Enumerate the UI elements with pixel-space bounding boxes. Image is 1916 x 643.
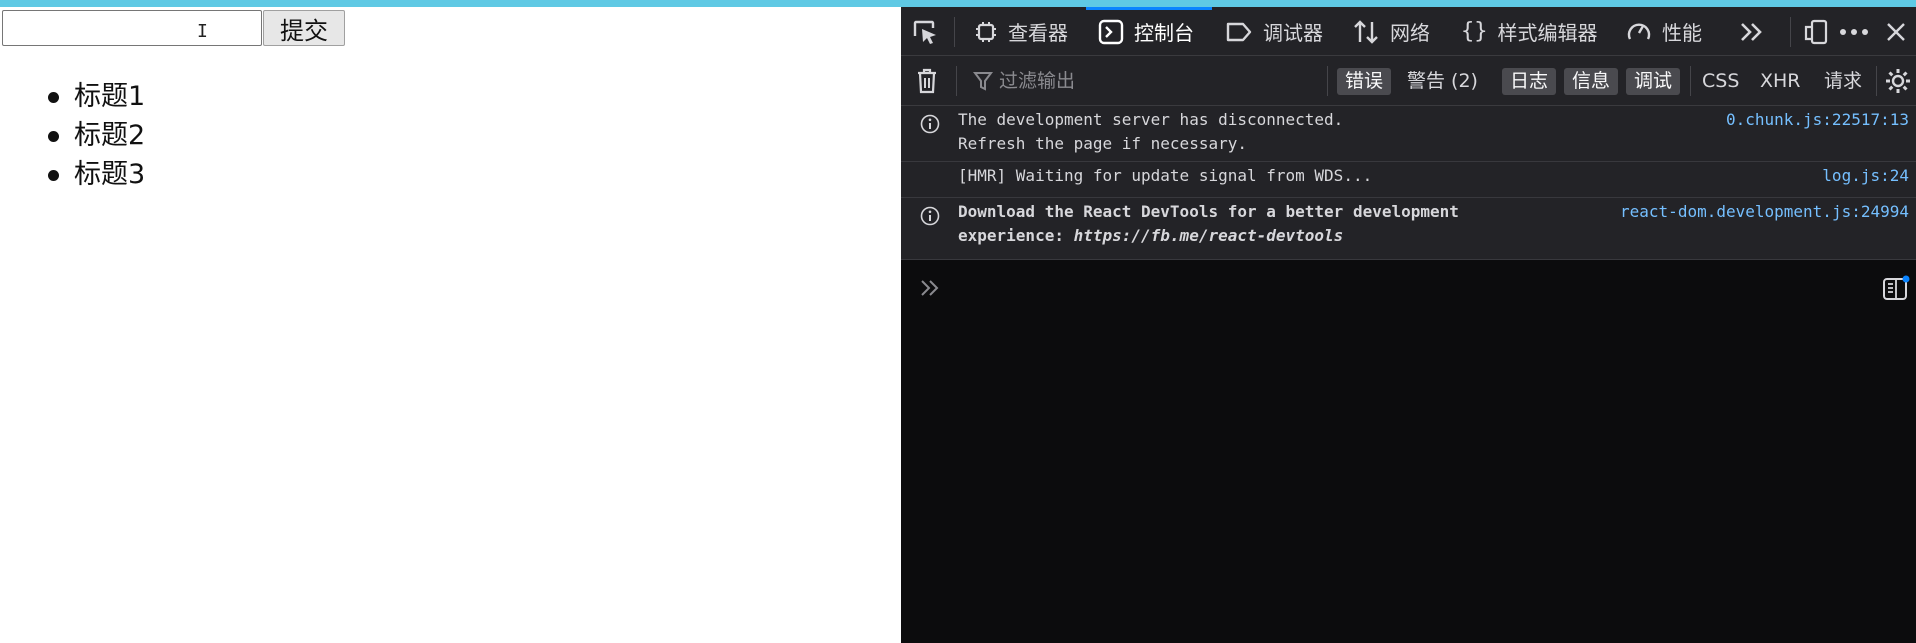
- close-devtools-button[interactable]: [1885, 7, 1916, 56]
- debugger-icon: [1226, 22, 1252, 41]
- tab-debugger[interactable]: 调试器: [1225, 7, 1323, 56]
- toolbar-separator: [1790, 17, 1791, 47]
- list-item-text: 标题1: [74, 81, 146, 112]
- message-line: The development server has disconnected.: [958, 110, 1344, 129]
- title-list: 标题1 标题2 标题3: [46, 77, 145, 194]
- text-cursor-icon: I: [197, 21, 208, 42]
- tab-performance-label: 性能: [1662, 21, 1702, 45]
- element-picker-button[interactable]: [911, 7, 949, 56]
- info-icon: [920, 114, 940, 134]
- sidebar-toggle-icon: [1883, 275, 1910, 300]
- devtools-panel: 查看器 控制台 调试器 网络 {} 样式编辑器 性能 过滤输出 错误 警告 (2…: [901, 7, 1916, 643]
- message-text: The development server has disconnected.…: [958, 106, 1343, 156]
- console-message[interactable]: Download the React DevTools for a better…: [901, 198, 1916, 260]
- message-line: Refresh the page if necessary.: [958, 134, 1247, 153]
- filter-requests-button[interactable]: 请求: [1824, 68, 1862, 95]
- filter-warnings-button[interactable]: 警告 (2): [1399, 68, 1486, 95]
- bullet-icon: [48, 92, 59, 103]
- tab-inspector-label: 查看器: [1008, 21, 1068, 45]
- more-tabs-button[interactable]: [1739, 7, 1775, 56]
- clear-console-button[interactable]: [915, 56, 949, 106]
- tab-network-label: 网络: [1390, 21, 1430, 45]
- tab-network[interactable]: 网络: [1352, 7, 1430, 56]
- element-picker-icon: [913, 20, 936, 44]
- style-editor-icon: {}: [1461, 19, 1488, 44]
- toolbar-separator: [956, 66, 957, 96]
- devtools-toolbar: 查看器 控制台 调试器 网络 {} 样式编辑器 性能: [901, 7, 1916, 56]
- responsive-design-icon: [1804, 19, 1828, 44]
- responsive-design-button[interactable]: [1803, 7, 1839, 56]
- tab-console-label: 控制台: [1134, 21, 1194, 45]
- message-line: [HMR] Waiting for update signal from WDS…: [958, 166, 1373, 185]
- tab-debugger-label: 调试器: [1263, 21, 1323, 45]
- console-filter-bar: 错误 警告 (2) 日志 信息 调试 CSS XHR 请求: [901, 56, 1916, 106]
- filter-css-button[interactable]: CSS: [1702, 68, 1739, 95]
- message-source-link[interactable]: 0.chunk.js:22517:13: [1726, 108, 1909, 132]
- list-item-text: 标题3: [74, 159, 146, 190]
- console-icon: [1098, 19, 1124, 44]
- filter-logs-button[interactable]: 日志: [1502, 68, 1557, 95]
- message-text: [HMR] Waiting for update signal from WDS…: [958, 162, 1372, 188]
- toolbar-separator: [1690, 66, 1691, 96]
- filter-debug-button[interactable]: 调试: [1626, 68, 1681, 95]
- filter-input[interactable]: [999, 70, 1299, 92]
- console-message[interactable]: The development server has disconnected.…: [901, 106, 1916, 162]
- performance-icon: [1627, 22, 1651, 40]
- tab-inspector[interactable]: 查看器: [974, 7, 1068, 56]
- message-text: Download the React DevTools for a better…: [958, 198, 1459, 248]
- toggle-sidebar-button[interactable]: [1882, 275, 1910, 305]
- browser-top-accent-bar: [0, 0, 1916, 7]
- tab-style-editor[interactable]: {} 样式编辑器: [1461, 7, 1598, 56]
- message-line: Download the React DevTools for a better…: [958, 202, 1459, 221]
- submit-button[interactable]: 提交: [263, 10, 345, 46]
- message-line: experience:: [958, 226, 1074, 245]
- gear-icon: [1886, 69, 1910, 93]
- trash-icon: [918, 68, 936, 94]
- filter-info-button[interactable]: 信息: [1564, 68, 1619, 95]
- message-source-link[interactable]: log.js:24: [1822, 164, 1909, 188]
- tab-console[interactable]: 控制台: [1098, 7, 1194, 56]
- bullet-icon: [48, 170, 59, 181]
- tab-style-editor-label: 样式编辑器: [1497, 21, 1598, 45]
- console-message[interactable]: [HMR] Waiting for update signal from WDS…: [901, 162, 1916, 198]
- list-item: 标题1: [46, 77, 145, 116]
- list-item: 标题3: [46, 155, 145, 194]
- message-source-link[interactable]: react-dom.development.js:24994: [1620, 200, 1909, 224]
- list-item-text: 标题2: [74, 120, 146, 151]
- filter-errors-button[interactable]: 错误: [1337, 68, 1392, 95]
- chevron-double-right-icon: [921, 280, 939, 296]
- title-text-input[interactable]: [2, 10, 262, 46]
- toolbar-separator: [1327, 66, 1328, 96]
- tab-performance[interactable]: 性能: [1626, 7, 1702, 56]
- toolbar-separator: [954, 17, 955, 47]
- console-message-list: The development server has disconnected.…: [901, 106, 1916, 260]
- filter-funnel-icon: [973, 72, 993, 91]
- console-input-prompt[interactable]: [919, 278, 941, 302]
- page-content: I 提交 标题1 标题2 标题3: [0, 7, 901, 643]
- toolbar-separator: [1876, 66, 1877, 96]
- inspector-icon: [976, 21, 996, 42]
- console-settings-button[interactable]: [1884, 56, 1916, 106]
- filter-xhr-button[interactable]: XHR: [1760, 68, 1801, 95]
- network-icon: [1354, 19, 1378, 44]
- devtools-menu-button[interactable]: [1839, 7, 1879, 56]
- devtools-link[interactable]: https://fb.me/react-devtools: [1074, 226, 1344, 245]
- list-item: 标题2: [46, 116, 145, 155]
- chevron-double-right-icon: [1741, 22, 1762, 41]
- close-icon: [1887, 22, 1905, 41]
- bullet-icon: [48, 131, 59, 142]
- info-icon: [920, 206, 940, 226]
- more-options-icon: [1840, 28, 1868, 35]
- filter-field: [973, 56, 1328, 106]
